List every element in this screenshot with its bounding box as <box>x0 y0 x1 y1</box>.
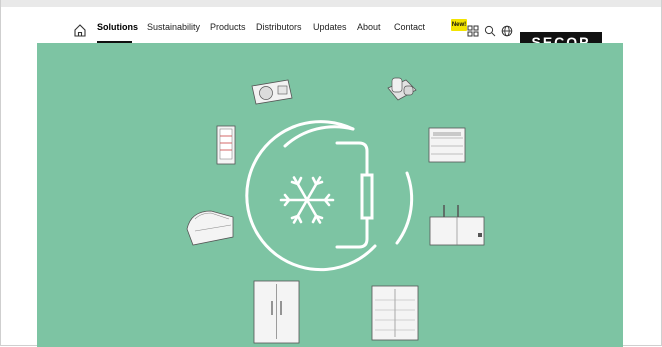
beer-cooler-icon <box>429 205 485 246</box>
nav-item-solutions[interactable]: Solutions <box>97 22 138 32</box>
new-badge: New! <box>451 19 467 31</box>
hero-illustration <box>186 77 485 344</box>
hero-banner <box>37 43 623 347</box>
nav-item-updates[interactable]: Updates <box>313 22 347 32</box>
search-icon[interactable] <box>484 25 496 37</box>
home-icon[interactable] <box>73 23 87 37</box>
glass-door-merchandiser-icon <box>371 285 419 341</box>
nav-item-about[interactable]: About <box>357 22 381 32</box>
nav-item-sustainability[interactable]: Sustainability <box>147 22 200 32</box>
vending-cooler-icon <box>216 125 236 165</box>
nav-item-products[interactable]: Products <box>210 22 246 32</box>
compressor-icon <box>387 77 417 101</box>
serveover-counter-icon <box>186 210 234 246</box>
snowflake-icon <box>279 176 335 224</box>
globe-icon[interactable] <box>501 25 513 37</box>
nav-item-contact[interactable]: Contact <box>394 22 425 32</box>
reach-in-fridge-icon <box>253 280 300 344</box>
condensing-unit-icon <box>251 79 293 105</box>
nav-item-distributors[interactable]: Distributors <box>256 22 302 32</box>
grid-icon[interactable] <box>467 25 479 37</box>
display-cooler-icon <box>428 127 466 163</box>
